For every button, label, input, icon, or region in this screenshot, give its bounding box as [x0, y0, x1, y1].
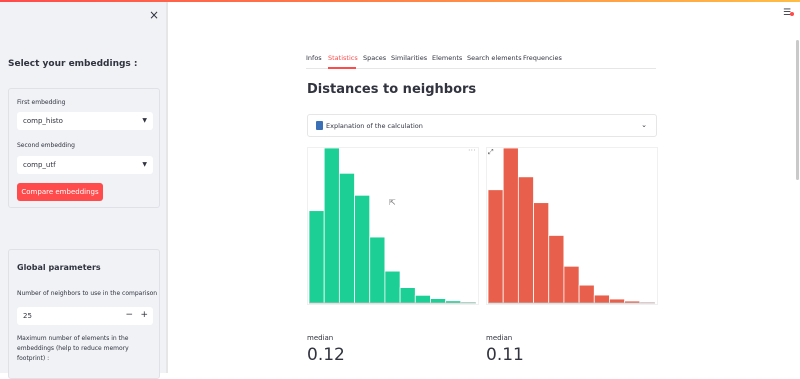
- first-embedding-value: comp_histo: [23, 117, 63, 125]
- sidebar-title: Select your embeddings :: [8, 59, 138, 69]
- first-embedding-select[interactable]: comp_histo ▼: [17, 112, 153, 130]
- second-embedding-label: Second embedding: [17, 142, 75, 149]
- active-tab-indicator: [328, 67, 356, 69]
- global-parameters-card: Global parameters Number of neighbors to…: [8, 249, 160, 379]
- first-embedding-label: First embedding: [17, 99, 66, 106]
- histogram-bar: [354, 194, 371, 304]
- increment-button[interactable]: +: [140, 310, 148, 320]
- histogram-bar: [369, 236, 386, 304]
- histogram-2: 0.000.100.200.300.400.50: [486, 147, 658, 305]
- explanation-expander[interactable]: Explanation of the calculation ⌄: [307, 114, 657, 137]
- histogram-1: 0.000.100.200.300.400.50: [307, 147, 479, 305]
- histogram-bar: [578, 284, 595, 304]
- tab-search-elements[interactable]: Search elements: [467, 54, 522, 62]
- max-elements-label: Maximum number of elements in the embedd…: [17, 335, 129, 362]
- neighbors-input[interactable]: 25 − +: [17, 307, 153, 325]
- more-options-icon[interactable]: ···: [468, 146, 476, 155]
- chevron-down-icon: ⌄: [641, 121, 647, 129]
- histogram-bar: [384, 270, 401, 304]
- second-embedding-select[interactable]: comp_utf ▼: [17, 156, 153, 174]
- histogram-bar: [487, 189, 504, 304]
- tab-elements[interactable]: Elements: [432, 54, 462, 62]
- caret-down-icon: ▼: [142, 161, 147, 168]
- page-title: Distances to neighbors: [307, 82, 477, 97]
- histogram-bar: [502, 148, 519, 304]
- notification-dot: [790, 12, 794, 16]
- histogram-bar: [445, 300, 462, 304]
- caret-down-icon: ▼: [142, 117, 147, 124]
- histogram-2-svg: 0.000.100.200.300.400.50: [487, 148, 656, 304]
- histogram-1-svg: 0.000.100.200.300.400.50: [308, 148, 477, 304]
- neighbors-value: 25: [23, 312, 32, 320]
- embeddings-form: First embedding comp_histo ▼ Second embe…: [8, 88, 160, 208]
- tab-bar: Infos Statistics Spaces Similarities Ele…: [306, 52, 656, 69]
- tab-frequencies[interactable]: Frequencies: [523, 54, 562, 62]
- compare-embeddings-button[interactable]: Compare embeddings: [17, 183, 103, 201]
- mouse-cursor-icon: ⇱: [389, 198, 396, 207]
- histogram-bar: [563, 265, 580, 304]
- book-icon: [316, 121, 323, 130]
- tab-similarities[interactable]: Similarities: [391, 54, 427, 62]
- histogram-bar: [414, 294, 431, 304]
- tab-infos[interactable]: Infos: [306, 54, 322, 62]
- close-sidebar-icon[interactable]: ×: [149, 8, 159, 22]
- metric-2-value: 0.11: [486, 345, 524, 365]
- decrement-button[interactable]: −: [125, 310, 133, 320]
- fullscreen-icon[interactable]: ⤢: [488, 148, 494, 157]
- histogram-bar: [593, 294, 610, 304]
- histogram-bar: [533, 202, 550, 304]
- histogram-bar: [609, 298, 626, 304]
- histogram-bar: [548, 235, 565, 304]
- histogram-bar: [338, 172, 355, 304]
- expander-label: Explanation of the calculation: [326, 122, 423, 130]
- histogram-bar: [430, 298, 447, 304]
- metric-1-label: median: [307, 334, 334, 342]
- metric-2-label: median: [486, 334, 513, 342]
- main-scrollbar[interactable]: [796, 40, 799, 180]
- histogram-bar: [517, 176, 534, 304]
- metric-1-value: 0.12: [307, 345, 345, 365]
- tab-statistics[interactable]: Statistics: [328, 54, 358, 62]
- histogram-bar: [323, 148, 340, 304]
- neighbors-label: Number of neighbors to use in the compar…: [17, 290, 158, 297]
- histogram-bar: [399, 287, 416, 304]
- sidebar: × Select your embeddings : First embeddi…: [0, 2, 168, 379]
- histogram-bar: [308, 210, 325, 304]
- global-parameters-title: Global parameters: [17, 263, 101, 272]
- sidebar-scrollbar[interactable]: [166, 2, 168, 373]
- second-embedding-value: comp_utf: [23, 161, 56, 169]
- tab-spaces[interactable]: Spaces: [363, 54, 386, 62]
